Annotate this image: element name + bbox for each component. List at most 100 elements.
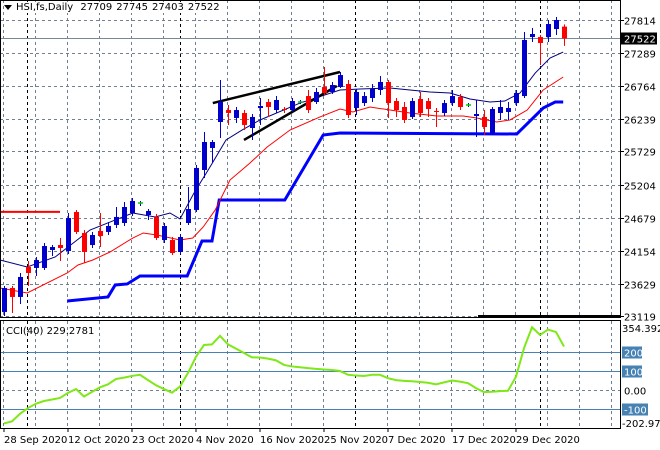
candle	[122, 202, 127, 226]
chart-window: 27814 27289 26764 26239 25729 25204 24679 24154…	[0, 0, 660, 450]
cci-pane	[0, 321, 620, 428]
close-value: 27522	[187, 2, 220, 13]
candle-body	[402, 107, 407, 120]
candle	[394, 97, 399, 117]
candle-body	[490, 109, 495, 133]
candle-body	[522, 39, 527, 97]
candle	[10, 285, 15, 313]
candle-body	[98, 231, 103, 236]
candle-body	[74, 211, 79, 232]
candle-body	[330, 85, 335, 92]
candle-body	[258, 105, 263, 109]
candle	[378, 75, 383, 96]
candle	[106, 221, 111, 235]
candle-body	[34, 260, 39, 268]
candle-body	[562, 26, 567, 39]
candle	[242, 110, 247, 131]
date-tick-label: 28 Sep 2020	[4, 435, 67, 446]
candle-body	[290, 101, 295, 111]
candle-body	[10, 288, 15, 297]
candle-body	[458, 96, 463, 108]
candle-body	[234, 110, 239, 118]
cci-title: CCI(40) 229.2781	[6, 326, 94, 337]
candle-body	[154, 216, 159, 239]
candle-body	[434, 110, 439, 112]
candle-body	[418, 98, 423, 113]
candle-body	[274, 100, 279, 111]
candle	[34, 256, 39, 276]
candle	[490, 107, 495, 135]
candle-body	[370, 89, 375, 98]
trailing-stop-line	[67, 100, 564, 303]
candle-body	[114, 216, 119, 225]
symbol-label: HSI,fs,Daily	[16, 2, 74, 13]
candle-body	[26, 267, 31, 274]
open-value: 27709	[80, 2, 113, 13]
candle-body	[322, 87, 327, 94]
date-tick-label: 12 Oct 2020	[68, 435, 130, 446]
candle	[226, 104, 231, 125]
candle-body	[82, 232, 87, 253]
candle	[450, 89, 455, 106]
cci-level-label: 0.00	[624, 387, 646, 398]
candle	[538, 35, 543, 66]
candle	[386, 80, 391, 118]
candle-body	[354, 91, 359, 109]
candle-body	[546, 24, 551, 38]
price-tick-label: 24154	[624, 248, 656, 259]
candle-body	[50, 247, 55, 250]
candle	[42, 242, 47, 270]
cci-level-label: -100	[624, 406, 647, 417]
dropdown-triangle-icon[interactable]	[4, 4, 12, 10]
price-tick-label: 27289	[624, 50, 656, 61]
candle	[274, 96, 279, 113]
candle-body	[386, 81, 391, 104]
candle	[562, 24, 567, 46]
candle-body	[306, 96, 311, 111]
price-tick-label: 26239	[624, 116, 656, 127]
candle-body	[58, 245, 63, 248]
candle	[314, 88, 319, 104]
candle-body	[538, 37, 543, 44]
candle	[266, 98, 271, 117]
candle	[506, 102, 511, 120]
candle-body	[378, 81, 383, 90]
candle-body	[282, 109, 287, 111]
candle	[522, 31, 527, 98]
candle	[466, 103, 471, 108]
candle-body	[410, 101, 415, 117]
candle-body	[210, 141, 215, 148]
candle	[58, 238, 63, 261]
candle-body	[554, 20, 559, 30]
candle	[18, 273, 23, 304]
candle	[442, 100, 447, 117]
candle	[514, 89, 519, 106]
candle	[50, 245, 55, 256]
candle	[290, 97, 295, 112]
candle	[346, 80, 351, 118]
candle	[498, 100, 503, 120]
date-tick-label: 7 Dec 2020	[388, 435, 446, 446]
candle	[26, 260, 31, 286]
candle	[202, 131, 207, 178]
candle-body	[18, 276, 23, 297]
candle	[162, 223, 167, 243]
candle-body	[146, 210, 151, 216]
candle	[306, 89, 311, 113]
date-tick-label: 17 Dec 2020	[452, 435, 516, 446]
date-tick-label: 4 Nov 2020	[196, 435, 254, 446]
candle-body	[250, 116, 255, 128]
cci-level-label: 200	[624, 349, 643, 360]
price-tick-label: 24679	[624, 215, 656, 226]
candle-body	[338, 75, 343, 88]
candle-body	[178, 237, 183, 253]
candle	[434, 108, 439, 127]
date-tick-label: 16 Nov 2020	[260, 435, 324, 446]
candle	[170, 237, 175, 255]
candle	[402, 102, 407, 124]
chart-canvas[interactable]: 27814 27289 26764 26239 25729 25204 24679 24154…	[0, 0, 660, 450]
candle-body	[42, 246, 47, 268]
candle-body	[474, 114, 479, 117]
price-tick-label: 23119	[624, 313, 656, 324]
candle	[2, 285, 7, 316]
